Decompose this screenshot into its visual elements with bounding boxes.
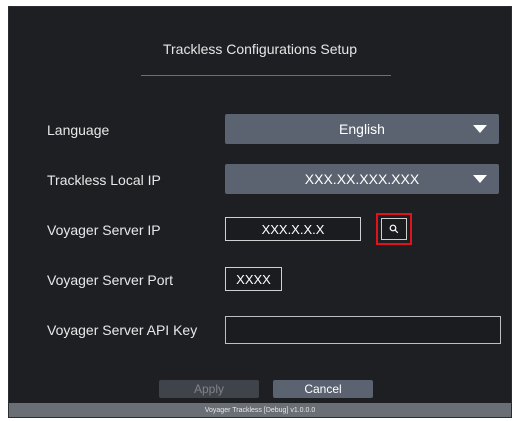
title-divider — [141, 75, 391, 76]
local-ip-dropdown[interactable]: XXX.XX.XXX.XXX — [225, 164, 499, 194]
search-button[interactable] — [381, 218, 407, 240]
search-highlight — [376, 213, 412, 245]
language-value: English — [339, 121, 385, 137]
apply-button[interactable]: Apply — [159, 380, 259, 398]
config-window: Trackless Configurations Setup Language … — [8, 6, 512, 418]
server-ip-field[interactable]: XXX.X.X.X — [225, 217, 361, 241]
search-icon — [389, 224, 399, 234]
local-ip-label: Trackless Local IP — [47, 172, 161, 188]
server-ip-label: Voyager Server IP — [47, 222, 161, 238]
language-label: Language — [47, 122, 110, 138]
api-key-field[interactable] — [225, 316, 501, 344]
status-bar: Voyager Trackless [Debug] v1.0.0.0 — [9, 403, 511, 417]
api-key-label: Voyager Server API Key — [47, 322, 198, 338]
page-title: Trackless Configurations Setup — [162, 41, 358, 57]
local-ip-value: XXX.XX.XXX.XXX — [304, 171, 420, 187]
server-ip-value: XXX.X.X.X — [261, 221, 325, 237]
cancel-button[interactable]: Cancel — [273, 380, 373, 398]
server-port-value: XXXX — [236, 271, 271, 287]
chevron-down-icon — [473, 125, 487, 133]
chevron-down-icon — [473, 175, 487, 183]
server-port-label: Voyager Server Port — [47, 272, 174, 288]
language-dropdown[interactable]: English — [225, 114, 499, 144]
server-port-field[interactable]: XXXX — [225, 267, 282, 291]
